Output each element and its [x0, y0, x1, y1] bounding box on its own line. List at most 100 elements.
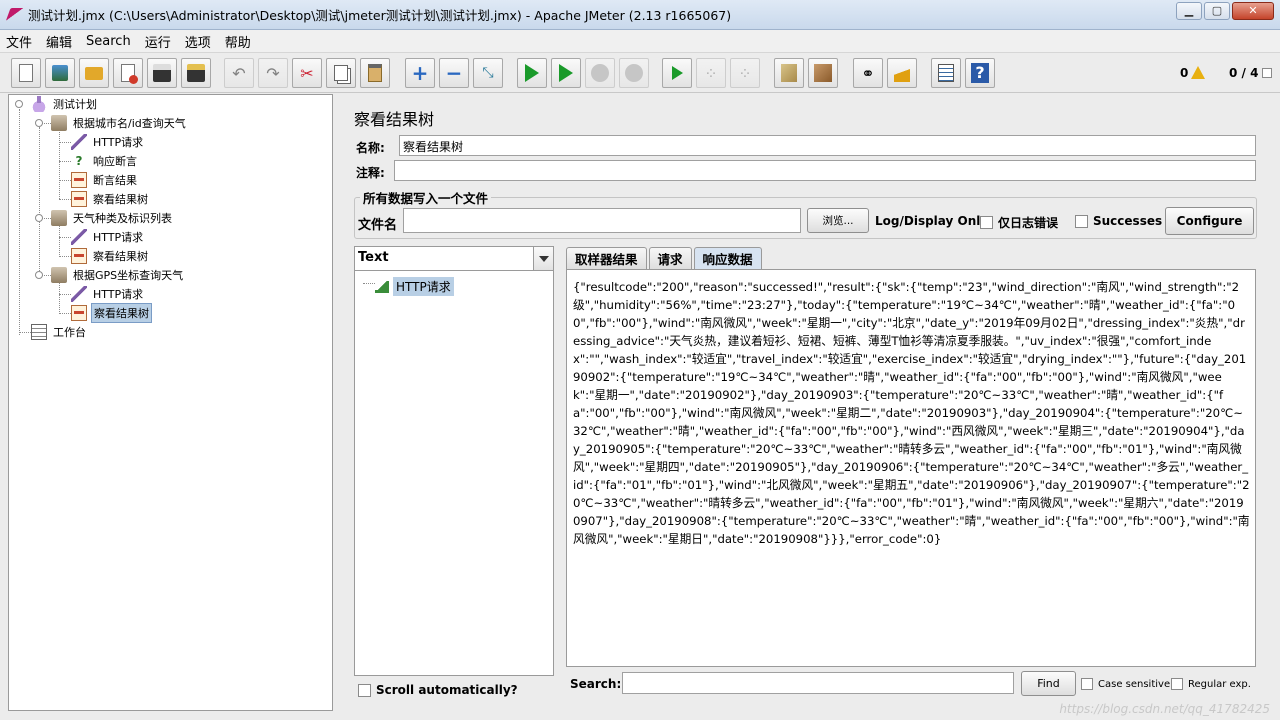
tree-node-http-request[interactable]: HTTP请求: [71, 133, 145, 151]
toolbar: ↶ ↷ ✂ + − ⤡ ⁘ ⁘ ⚭ ?: [0, 52, 1280, 93]
save-as-icon[interactable]: [181, 58, 211, 88]
menu-bar: 文件 编辑 Search 运行 选项 帮助: [0, 30, 1280, 52]
title-bar: 测试计划.jmx (C:\Users\Administrator\Desktop…: [0, 0, 1280, 30]
browse-button[interactable]: 浏览...: [807, 208, 869, 233]
menu-options[interactable]: 选项: [185, 32, 211, 51]
tab-sampler-result[interactable]: 取样器结果: [566, 247, 647, 269]
tree-node-assertion-results[interactable]: 断言结果: [71, 171, 139, 189]
reset-search-icon[interactable]: [887, 58, 917, 88]
sample-result-list: Text HTTP请求: [354, 246, 554, 676]
cut-icon[interactable]: ✂: [292, 58, 322, 88]
undo-icon[interactable]: ↶: [224, 58, 254, 88]
tree-node-view-results-tree-selected[interactable]: 察看结果树: [71, 303, 152, 323]
result-tabs: 取样器结果 请求 响应数据: [566, 247, 764, 269]
search-icon[interactable]: ⚭: [853, 58, 883, 88]
search-input[interactable]: [622, 672, 1014, 694]
tree-node-view-results-tree[interactable]: 察看结果树: [71, 190, 150, 208]
search-label: Search:: [570, 677, 622, 691]
menu-file[interactable]: 文件: [6, 32, 32, 51]
expand-icon[interactable]: +: [405, 58, 435, 88]
renderer-select[interactable]: Text: [355, 247, 553, 271]
start-icon[interactable]: [517, 58, 547, 88]
name-field[interactable]: 察看结果树: [399, 135, 1256, 156]
tree-node-thread-group[interactable]: 天气种类及标识列表: [51, 209, 174, 227]
minimize-button[interactable]: ▁: [1176, 2, 1202, 20]
menu-edit[interactable]: 编辑: [46, 32, 72, 51]
clear-all-icon[interactable]: [808, 58, 838, 88]
function-helper-icon[interactable]: [931, 58, 961, 88]
response-data-text[interactable]: {"resultcode":"200","reason":"successed!…: [566, 269, 1256, 667]
checkbox-box: [1081, 678, 1093, 690]
listener-icon: [71, 248, 87, 264]
tree-node-view-results-tree[interactable]: 察看结果树: [71, 247, 150, 265]
paste-icon[interactable]: [360, 58, 390, 88]
test-plan-tree: 测试计划 根据城市名/id查询天气 HTTP请求 ? 响应断言 断言结果 察看结…: [8, 94, 333, 711]
assertion-icon: ?: [75, 154, 83, 168]
tab-response-data[interactable]: 响应数据: [693, 247, 762, 269]
filename-field[interactable]: [403, 208, 801, 233]
menu-help[interactable]: 帮助: [225, 32, 251, 51]
remote-stop-icon[interactable]: ⁘: [696, 58, 726, 88]
name-label: 名称:: [356, 141, 385, 155]
start-no-pause-icon[interactable]: [551, 58, 581, 88]
remote-shutdown-icon[interactable]: ⁘: [730, 58, 760, 88]
close-icon[interactable]: [113, 58, 143, 88]
maximize-button[interactable]: ▢: [1204, 2, 1230, 20]
comment-label: 注释:: [356, 166, 385, 180]
sampler-pipette-icon: [71, 229, 87, 245]
templates-icon[interactable]: [45, 58, 75, 88]
checkbox-box: [1171, 678, 1183, 690]
stop-icon[interactable]: [585, 58, 615, 88]
tree-node-thread-group[interactable]: 根据城市名/id查询天气: [51, 114, 188, 132]
case-sensitive-checkbox[interactable]: Case sensitive: [1081, 678, 1170, 690]
listener-icon: [71, 305, 87, 321]
log-viewer-toggle-icon[interactable]: [1262, 68, 1272, 78]
menu-run[interactable]: 运行: [145, 32, 171, 51]
copy-icon[interactable]: [326, 58, 356, 88]
tree-node-thread-group[interactable]: 根据GPS坐标查询天气: [51, 266, 185, 284]
menu-search[interactable]: Search: [86, 34, 131, 49]
help-icon[interactable]: ?: [965, 58, 995, 88]
success-sample-icon: [375, 280, 389, 293]
sampler-pipette-icon: [71, 286, 87, 302]
tree-node-http-request[interactable]: HTTP请求: [71, 285, 145, 303]
new-icon[interactable]: [11, 58, 41, 88]
comment-field[interactable]: [394, 160, 1256, 181]
sample-item-http-request[interactable]: HTTP请求: [375, 277, 454, 296]
redo-icon[interactable]: ↷: [258, 58, 288, 88]
view-results-tree-panel: 察看结果树 名称: 察看结果树 注释: 所有数据写入一个文件 文件名 浏览...…: [344, 94, 1272, 711]
save-icon[interactable]: [147, 58, 177, 88]
tree-node-response-assertion[interactable]: ? 响应断言: [71, 152, 139, 170]
listener-icon: [71, 172, 87, 188]
find-button[interactable]: Find: [1021, 671, 1076, 696]
regular-exp-checkbox[interactable]: Regular exp.: [1171, 678, 1251, 690]
shutdown-icon[interactable]: [619, 58, 649, 88]
tree-node-http-request[interactable]: HTTP请求: [71, 228, 145, 246]
jmeter-feather-icon: [5, 7, 25, 22]
remote-start-icon[interactable]: [662, 58, 692, 88]
workbench-icon: [31, 324, 47, 340]
clear-icon[interactable]: [774, 58, 804, 88]
checkbox-box: [358, 683, 371, 697]
chevron-down-icon: [533, 247, 553, 270]
tab-request[interactable]: 请求: [648, 247, 692, 269]
configure-button[interactable]: Configure: [1165, 207, 1254, 235]
successes-checkbox[interactable]: Successes: [1075, 214, 1162, 228]
checkbox-box: [1075, 214, 1088, 228]
tree-node-test-plan[interactable]: 测试计划: [31, 95, 99, 113]
file-group-title: 所有数据写入一个文件: [360, 188, 492, 207]
log-display-only-label: Log/Display Only:: [875, 214, 993, 228]
open-icon[interactable]: [79, 58, 109, 88]
filename-label: 文件名: [358, 218, 398, 233]
scroll-automatically-checkbox[interactable]: Scroll automatically?: [358, 683, 518, 697]
window-title: 测试计划.jmx (C:\Users\Administrator\Desktop…: [28, 8, 732, 23]
thread-group-icon: [51, 115, 67, 131]
panel-title: 察看结果树: [354, 110, 435, 129]
toggle-icon[interactable]: ⤡: [473, 58, 503, 88]
errors-only-checkbox[interactable]: 仅日志错误: [980, 214, 1058, 231]
close-button[interactable]: ✕: [1232, 2, 1274, 20]
test-plan-icon: [31, 96, 47, 112]
warning-icon[interactable]: [1191, 66, 1205, 79]
collapse-icon[interactable]: −: [439, 58, 469, 88]
tree-node-workbench[interactable]: 工作台: [31, 323, 88, 341]
